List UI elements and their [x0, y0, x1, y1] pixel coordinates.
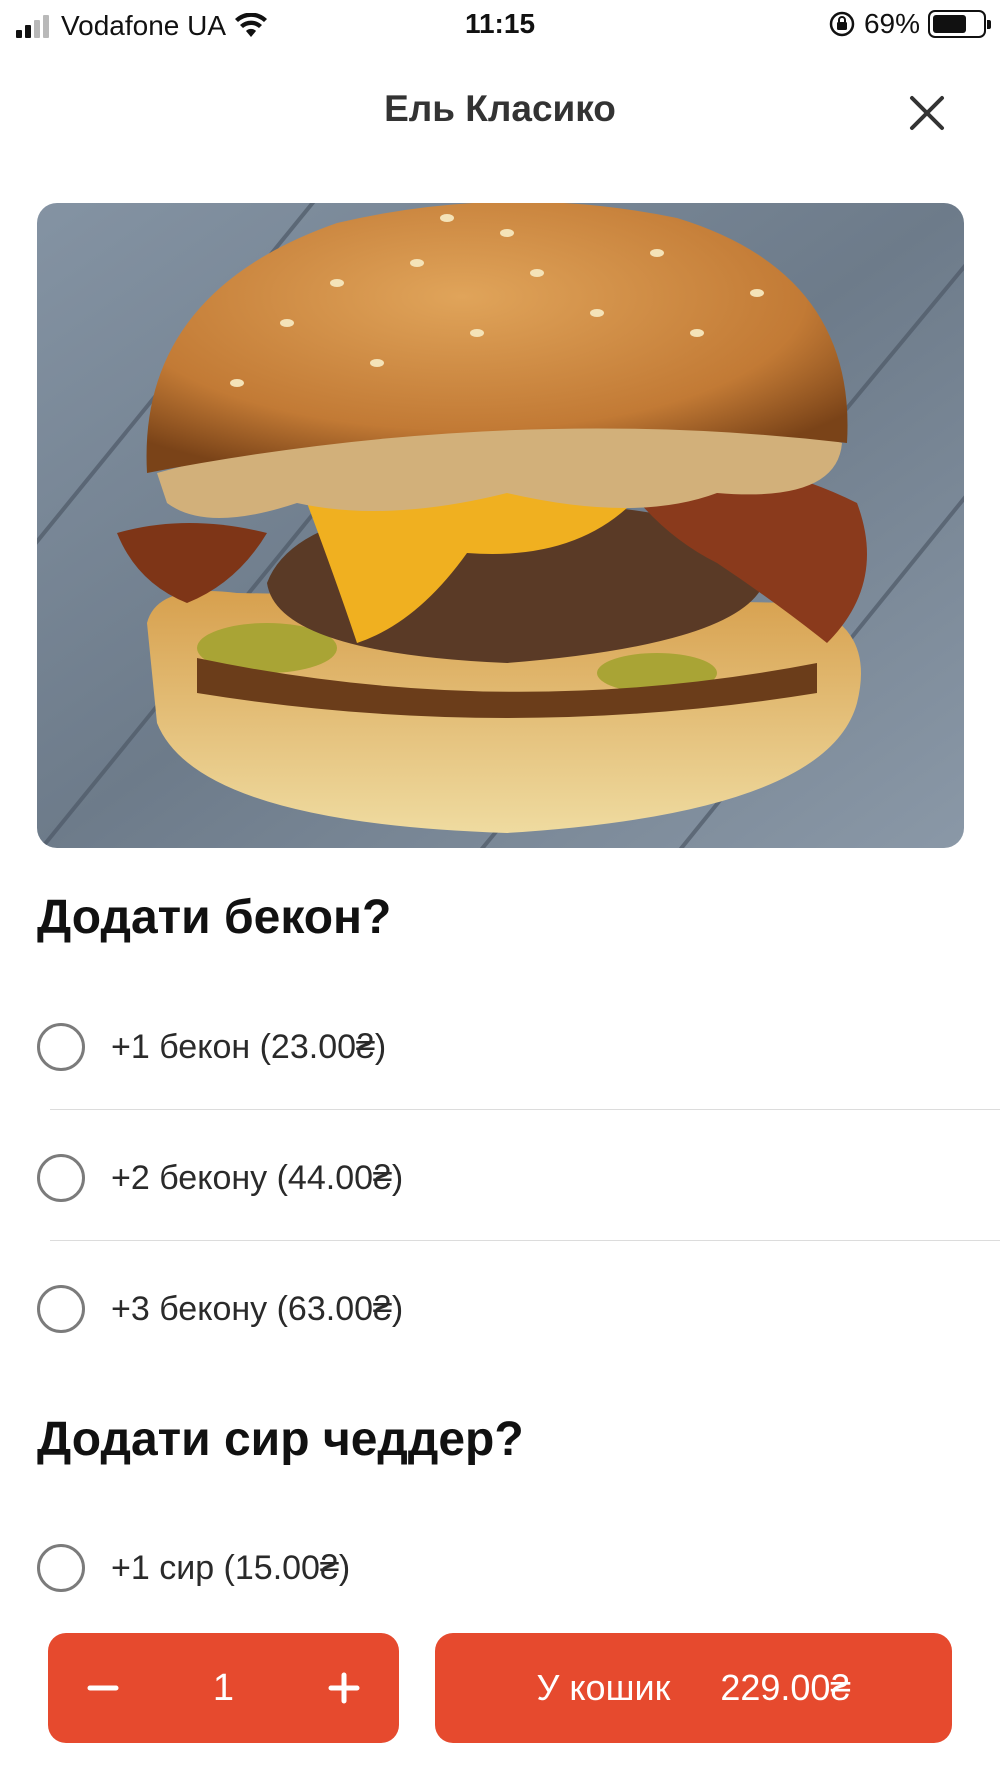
radio-button[interactable]	[37, 1285, 85, 1333]
radio-button[interactable]	[37, 1154, 85, 1202]
battery-percent: 69%	[863, 8, 920, 39]
option-bacon-3[interactable]: +3 бекону (63.00₴)	[37, 1274, 1000, 1344]
option-cheese-1[interactable]: +1 сир (15.00₴)	[37, 1533, 1000, 1603]
decrease-button[interactable]	[48, 1633, 158, 1743]
option-label: +1 сир (15.00₴)	[111, 1548, 351, 1587]
status-right: 69%	[828, 8, 991, 40]
close-icon	[910, 96, 944, 130]
option-bacon-1[interactable]: +1 бекон (23.00₴)	[37, 1012, 1000, 1082]
cart-total: 229.00₴	[720, 1667, 851, 1708]
section-title-bacon: Додати бекон?	[37, 891, 392, 944]
divider	[50, 1109, 1000, 1110]
status-bar: Vodafone UA 11:15 69%	[0, 0, 1000, 52]
rotation-lock-icon	[829, 11, 855, 37]
divider	[50, 1240, 1000, 1241]
quantity-value: 1	[212, 1666, 235, 1709]
quantity-stepper: 1	[48, 1633, 399, 1743]
minus-icon	[87, 1685, 119, 1691]
section-title-cheese: Додати сир чеддер?	[37, 1413, 524, 1466]
option-label: +2 бекону (44.00₴)	[111, 1158, 404, 1197]
option-bacon-2[interactable]: +2 бекону (44.00₴)	[37, 1143, 1000, 1213]
add-to-cart-button[interactable]: У кошик 229.00₴	[435, 1633, 952, 1743]
radio-button[interactable]	[37, 1544, 85, 1592]
page-title: Ель Класико	[384, 88, 616, 129]
close-button[interactable]	[904, 90, 950, 136]
cart-label: У кошик	[536, 1667, 671, 1708]
increase-button[interactable]	[289, 1633, 399, 1743]
battery-icon	[928, 10, 991, 38]
radio-button[interactable]	[37, 1023, 85, 1071]
option-label: +1 бекон (23.00₴)	[111, 1027, 387, 1066]
plus-icon	[328, 1672, 360, 1704]
option-label: +3 бекону (63.00₴)	[111, 1289, 404, 1328]
product-image	[37, 203, 964, 848]
